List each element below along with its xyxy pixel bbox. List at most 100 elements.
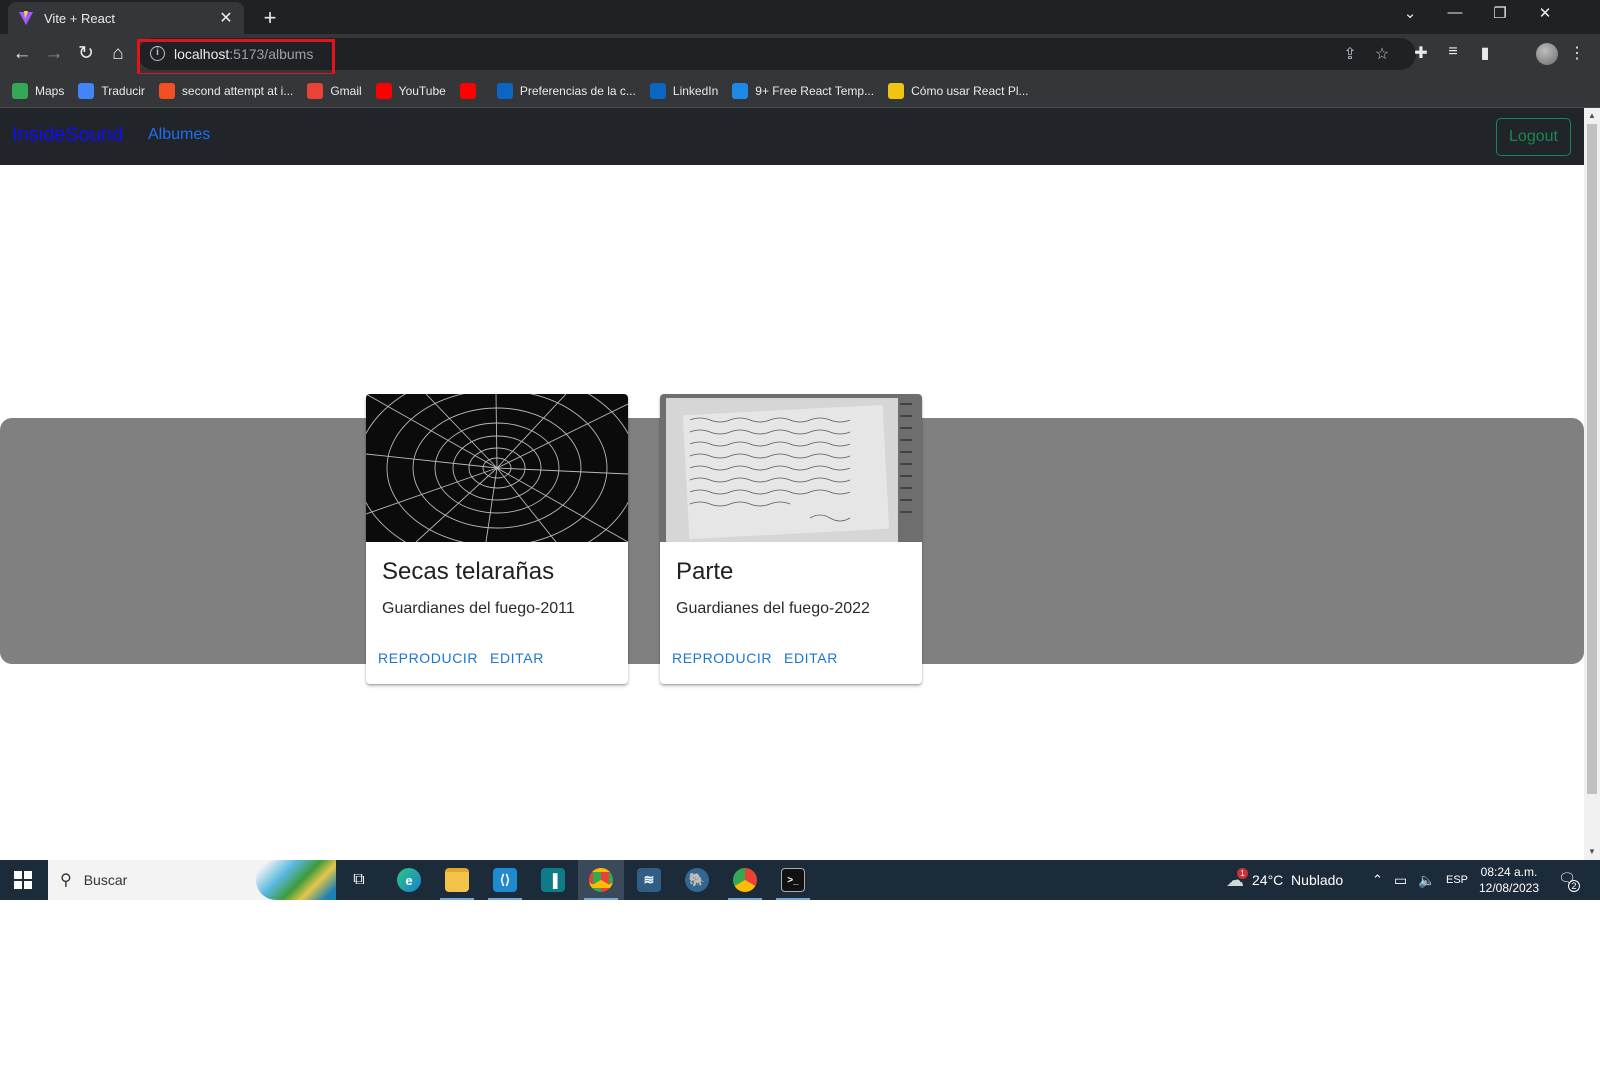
bookmark-item[interactable]: 9+ Free React Temp... (732, 82, 874, 99)
edge-icon: e (397, 868, 421, 892)
search-icon: ⚲ (60, 872, 72, 889)
home-icon[interactable]: ⌂ (106, 42, 130, 66)
bookmark-label: YouTube (398, 83, 446, 98)
bookmark-item[interactable]: Maps (12, 82, 65, 99)
taskbar-app-chrome[interactable] (578, 860, 624, 900)
taskbar-clock[interactable]: 08:24 a.m. 12/08/2023 (1474, 864, 1544, 896)
album-card: Parte Guardianes del fuego-2022 REPRODUC… (660, 394, 922, 684)
reload-icon[interactable]: ↻ (74, 42, 98, 66)
menu-kebab-icon[interactable]: ⋮ (1566, 43, 1588, 65)
bookmark-label: Gmail (330, 83, 362, 98)
forward-icon[interactable]: → (42, 42, 66, 66)
bookmark-item[interactable]: YouTube (375, 82, 446, 99)
bookmark-item[interactable]: second attempt at i... (158, 82, 293, 99)
bookmark-item[interactable]: Traducir (78, 82, 145, 99)
bookmark-label: LinkedIn (672, 83, 719, 98)
page-scrollbar[interactable]: ▲ ▼ (1584, 108, 1600, 860)
taskbar-app-chrome-profile[interactable] (722, 860, 768, 900)
play-button[interactable]: REPRODUCIR (378, 650, 478, 666)
reading-list-icon[interactable]: ≡ (1442, 43, 1464, 65)
youtube-icon (375, 82, 392, 99)
ninja-icon (888, 82, 905, 99)
chrome-profile-icon (733, 868, 757, 892)
album-cover-spiderweb (366, 394, 628, 542)
profile-avatar[interactable] (1536, 43, 1558, 65)
tab-search-icon[interactable]: ⌄ (1398, 4, 1422, 22)
notifications-count: 2 (1568, 880, 1580, 892)
taskbar-search-box[interactable]: ⚲ Buscar (48, 860, 336, 900)
cloud-icon: ☁ 1 (1226, 867, 1248, 891)
close-tab-icon[interactable]: ✕ (218, 8, 234, 28)
notifications-icon[interactable]: 🗨 2 (1556, 870, 1580, 892)
page-viewport: InsideSound Albumes Logout Secas telarañ… (0, 108, 1584, 860)
logout-button[interactable]: Logout (1496, 118, 1571, 156)
folder-icon (445, 868, 469, 892)
new-tab-icon[interactable]: + (258, 5, 282, 31)
vscode-icon: ⟨⟩ (493, 868, 517, 892)
edit-button[interactable]: EDITAR (490, 650, 544, 666)
bookmark-item[interactable]: LinkedIn (649, 82, 719, 99)
minimize-icon[interactable]: — (1443, 4, 1467, 21)
scrollbar-thumb[interactable] (1587, 124, 1597, 794)
taskbar-app-edge[interactable]: e (386, 860, 432, 900)
taskbar-app-vscode[interactable]: ⟨⟩ (482, 860, 528, 900)
brand-link[interactable]: InsideSound (12, 124, 123, 147)
scroll-down-icon[interactable]: ▼ (1584, 844, 1600, 860)
volume-icon[interactable]: 🔈 (1418, 860, 1435, 900)
side-panel-icon[interactable]: ▮ (1474, 43, 1496, 65)
linkedin-icon (496, 82, 513, 99)
bookmark-item[interactable]: Preferencias de la c... (496, 82, 636, 99)
bookmark-label: Preferencias de la c... (519, 83, 636, 98)
bookmark-item[interactable] (459, 82, 483, 99)
play-button[interactable]: REPRODUCIR (672, 650, 772, 666)
clock-time: 08:24 a.m. (1480, 865, 1538, 879)
task-view-icon: ⧉ (353, 871, 365, 888)
close-window-icon[interactable]: ✕ (1533, 4, 1557, 22)
bookmark-label: Traducir (101, 83, 145, 98)
task-view-button[interactable]: ⧉ (336, 860, 382, 900)
weather-widget[interactable]: ☁ 1 24°C Nublado (1226, 860, 1343, 900)
taskbar-app-explorer[interactable] (434, 860, 480, 900)
share-icon[interactable]: ⇪ (1340, 44, 1360, 64)
bookmark-item[interactable]: Cómo usar React Pl... (888, 82, 1029, 99)
language-indicator[interactable]: ESP (1446, 860, 1468, 900)
bookmarks-bar: Maps Traducir second attempt at i... Gmail Y… (0, 74, 1600, 108)
tray-overflow-icon[interactable]: ⌃ (1372, 860, 1383, 900)
browser-tab[interactable]: Vite + React ✕ (8, 2, 244, 34)
network-icon[interactable]: ▭ (1394, 860, 1407, 900)
maps-icon (12, 82, 28, 99)
taskbar-app-editor[interactable]: ▐ (530, 860, 576, 900)
mui-icon (732, 82, 749, 99)
windows-start-icon[interactable] (14, 871, 32, 889)
bookmark-label: Cómo usar React Pl... (911, 83, 1029, 98)
scroll-up-icon[interactable]: ▲ (1584, 108, 1600, 124)
microsoft-icon (158, 82, 175, 99)
vite-icon (19, 11, 33, 25)
weather-badge: 1 (1237, 867, 1248, 879)
url-highlight-box (137, 39, 335, 76)
bookmark-label: Maps (35, 83, 65, 98)
app-navbar: InsideSound Albumes Logout (0, 108, 1584, 165)
gmail-icon (307, 82, 324, 99)
clock-date: 12/08/2023 (1478, 881, 1540, 895)
browser-titlebar: Vite + React ✕ + ⌄ — ❐ ✕ (0, 0, 1600, 34)
album-title: Parte (676, 558, 734, 585)
edit-button[interactable]: EDITAR (784, 650, 838, 666)
album-subtitle: Guardianes del fuego-2011 (382, 600, 575, 617)
taskbar-app-mysql[interactable]: ≋ (626, 860, 672, 900)
bookmark-item[interactable]: Gmail (307, 82, 362, 99)
back-icon[interactable]: ← (10, 42, 34, 66)
nav-link-albumes[interactable]: Albumes (148, 126, 210, 144)
terminal-icon: >_ (781, 868, 805, 892)
translate-icon (78, 82, 95, 99)
postgresql-icon: 🐘 (685, 868, 709, 892)
taskbar-app-postgres[interactable]: 🐘 (674, 860, 720, 900)
taskbar-app-terminal[interactable]: >_ (770, 860, 816, 900)
tab-title: Vite + React (44, 10, 115, 26)
chrome-icon (589, 868, 613, 892)
extensions-icon[interactable]: ✚ (1410, 43, 1432, 65)
bookmark-star-icon[interactable]: ☆ (1372, 44, 1392, 64)
windows-taskbar: ⚲ Buscar ⧉ e ⟨⟩ ▐ ≋ 🐘 >_ ☁ 1 24°C Nublado… (0, 860, 1600, 900)
weather-text: 24°C Nublado (1252, 872, 1344, 888)
restore-icon[interactable]: ❐ (1488, 4, 1512, 22)
